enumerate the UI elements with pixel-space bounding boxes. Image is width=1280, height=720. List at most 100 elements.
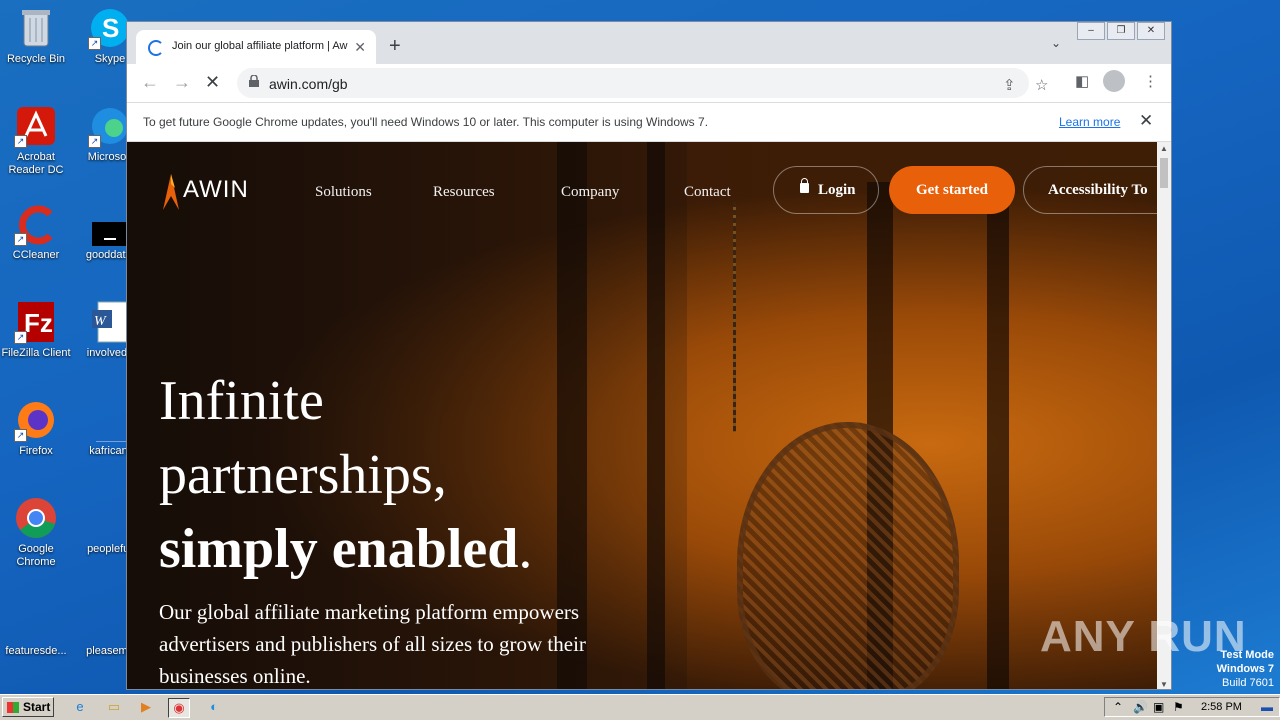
file-icon: [14, 598, 58, 642]
acrobat-icon: ↗: [14, 104, 58, 148]
accessibility-tools-button[interactable]: Accessibility To: [1023, 166, 1157, 214]
forward-arrow-icon[interactable]: →: [173, 72, 191, 93]
url-text: awin.com/gb: [269, 76, 348, 92]
shortcut-arrow-icon: ↗: [14, 135, 27, 148]
close-window-button[interactable]: ✕: [1137, 22, 1165, 40]
hero-subtitle: Our global affiliate marketing platform …: [159, 600, 586, 688]
tab-strip: Join our global affiliate platform | Aw …: [127, 22, 1171, 64]
shortcut-arrow-icon: ↗: [14, 429, 27, 442]
lock-icon: [800, 178, 809, 193]
chrome-icon: [14, 496, 58, 540]
desktop-icon-label: Acrobat Reader DC: [8, 151, 64, 176]
svg-text:S: S: [102, 13, 119, 43]
awin-wordmark: AWIN: [183, 176, 249, 203]
loading-spinner-icon: [148, 40, 164, 56]
hero-line-3: simply enabled.: [159, 512, 639, 586]
recycle-bin-icon: [14, 6, 58, 50]
desktop-icon-firefox[interactable]: ↗ Firefox: [0, 398, 72, 458]
tab-close-icon[interactable]: ✕: [354, 39, 366, 56]
profile-avatar-icon[interactable]: [1103, 70, 1125, 92]
desktop-icon-label: Recycle Bin: [6, 53, 66, 65]
tab-title: Join our global affiliate platform | Aw: [172, 40, 348, 52]
tab-awin[interactable]: Join our global affiliate platform | Aw …: [136, 30, 376, 64]
edge-taskbar-icon[interactable]: ◐: [204, 698, 224, 716]
start-button[interactable]: Start: [2, 697, 54, 717]
awin-homepage: AWIN Solutions Resources Company Contact…: [127, 142, 1157, 689]
test-mode-label: Test Mode: [1220, 649, 1274, 661]
desktop-icon-featuresde[interactable]: featuresde...: [0, 598, 72, 658]
svg-text:W: W: [94, 314, 107, 329]
shortcut-arrow-icon: ↗: [14, 331, 27, 344]
login-button[interactable]: Login: [773, 166, 879, 214]
browser-toolbar: ← → ✕ awin.com/gb ⇪ ☆ ◧ ⋮: [127, 64, 1171, 102]
minimize-button[interactable]: –: [1077, 22, 1105, 40]
window-controls: – ❐ ✕: [1077, 22, 1165, 40]
ccleaner-icon: ↗: [14, 202, 58, 246]
get-started-button[interactable]: Get started: [889, 166, 1015, 214]
scroll-thumb[interactable]: [1160, 158, 1168, 188]
folder-icon[interactable]: ▭: [104, 698, 124, 716]
awin-logo[interactable]: AWIN: [159, 170, 249, 210]
taskbar: Start e ▭ ▶ ◉ ◐ ⌃ 🔊 ▣ ⚑ 2:58 PM ▬: [0, 694, 1280, 720]
desktop-icon-filezilla[interactable]: Fz ↗ FileZilla Client: [0, 300, 72, 360]
login-label: Login: [818, 182, 856, 198]
scroll-down-icon[interactable]: ▼: [1160, 680, 1168, 689]
desktop-icon-ccleaner[interactable]: ↗ CCleaner: [0, 202, 72, 262]
show-desktop-icon[interactable]: ▬: [1261, 700, 1273, 714]
awin-flame-icon: [163, 174, 179, 210]
hero-bold-text: simply enabled: [159, 518, 519, 580]
background-beam: [987, 182, 1009, 689]
desktop-icon-label: FileZilla Client: [1, 347, 71, 359]
lock-icon: [249, 75, 259, 87]
desktop-icon-acrobat[interactable]: ↗ Acrobat Reader DC: [0, 104, 72, 177]
learn-more-link[interactable]: Learn more: [1059, 115, 1120, 129]
hero-line-2: partnerships,: [159, 444, 447, 506]
ie-icon[interactable]: e: [70, 698, 90, 716]
hero-line-1: Infinite: [159, 370, 324, 432]
scroll-up-icon[interactable]: ▲: [1160, 144, 1168, 153]
hero-period: .: [518, 518, 533, 580]
shortcut-arrow-icon: ↗: [88, 37, 101, 50]
tab-search-chevron-icon[interactable]: ⌄: [1051, 36, 1061, 50]
clock[interactable]: 2:58 PM: [1201, 701, 1242, 713]
system-tray: ⌃ 🔊 ▣ ⚑ 2:58 PM ▬: [1104, 697, 1280, 717]
chrome-window: Join our global affiliate platform | Aw …: [126, 21, 1172, 690]
volume-icon[interactable]: 🔊: [1133, 700, 1148, 714]
new-tab-button[interactable]: +: [389, 35, 401, 58]
swing-chain: [733, 202, 736, 432]
desktop-icon-recycle-bin[interactable]: Recycle Bin: [0, 6, 72, 66]
desktop-icon-chrome[interactable]: Google Chrome: [0, 496, 72, 569]
svg-text:Fz: Fz: [24, 308, 53, 338]
shortcut-arrow-icon: ↗: [88, 135, 101, 148]
side-panel-icon[interactable]: ◧: [1075, 72, 1089, 90]
windows-flag-icon: [7, 702, 19, 713]
share-icon[interactable]: ⇪: [1003, 76, 1016, 94]
restore-button[interactable]: ❐: [1107, 22, 1135, 40]
tray-expand-icon[interactable]: ⌃: [1113, 700, 1123, 714]
stop-loading-icon[interactable]: ✕: [205, 72, 220, 93]
address-bar[interactable]: awin.com/gb ⇪ ☆: [237, 68, 1048, 98]
page-scrollbar[interactable]: ▲ ▼: [1157, 142, 1171, 689]
action-center-flag-icon[interactable]: ⚑: [1173, 700, 1184, 714]
desktop-icon-label: CCleaner: [12, 249, 60, 261]
filezilla-icon: Fz ↗: [14, 300, 58, 344]
nav-solutions[interactable]: Solutions: [315, 184, 372, 201]
media-player-icon[interactable]: ▶: [136, 698, 156, 716]
nav-contact[interactable]: Contact: [684, 184, 731, 201]
nav-resources[interactable]: Resources: [433, 184, 495, 201]
kebab-menu-icon[interactable]: ⋮: [1143, 72, 1158, 90]
desktop-icon-label: featuresde...: [5, 645, 67, 657]
start-label: Start: [23, 700, 51, 714]
test-mode-notice: Test Mode Windows 7 Build 7601: [1217, 648, 1274, 690]
bookmark-star-icon[interactable]: ☆: [1035, 76, 1048, 94]
update-infobar: To get future Google Chrome updates, you…: [127, 102, 1171, 142]
build-label: Build 7601: [1222, 677, 1274, 689]
chrome-taskbar-icon[interactable]: ◉: [168, 698, 190, 718]
back-arrow-icon[interactable]: ←: [141, 72, 159, 93]
network-icon[interactable]: ▣: [1153, 700, 1164, 714]
shortcut-arrow-icon: ↗: [14, 233, 27, 246]
nav-company[interactable]: Company: [561, 184, 619, 201]
os-label: Windows 7: [1216, 663, 1274, 675]
infobar-close-icon[interactable]: ✕: [1139, 111, 1153, 131]
firefox-icon: ↗: [14, 398, 58, 442]
